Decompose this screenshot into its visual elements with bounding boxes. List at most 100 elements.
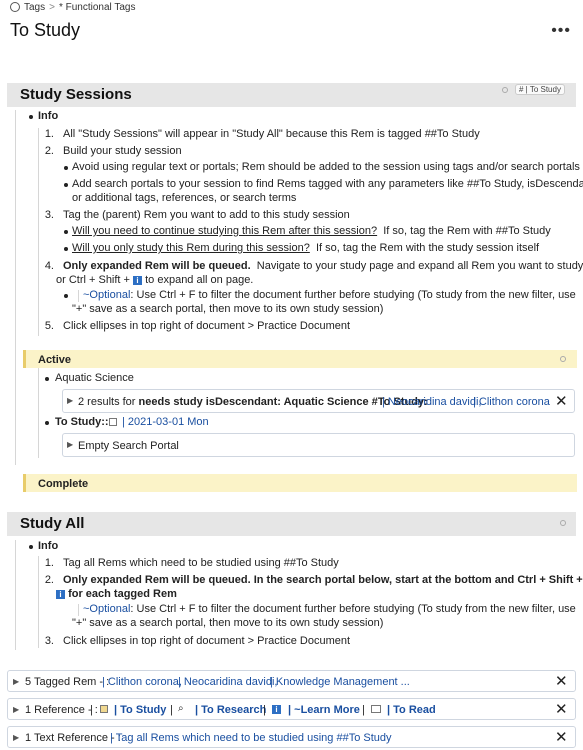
optional-note[interactable]: ~Optional: Use Ctrl + F to filter the do… (83, 289, 576, 301)
list-number: 1. (44, 128, 54, 140)
indent-guide (15, 540, 16, 650)
tag-circle-icon (10, 2, 20, 12)
tagged-rem-link[interactable]: | Clithon corona, (102, 676, 182, 688)
optional-note[interactable]: ~Optional: Use Ctrl + F to filter the do… (83, 603, 576, 615)
text-reference-label: 1 Text Reference - : (25, 732, 121, 744)
list-number: 4. (44, 260, 54, 272)
list-item-continuation: or Ctrl + Shift + i to expand all on pag… (56, 274, 254, 286)
list-number: 1. (44, 557, 54, 569)
indent-guide (15, 110, 16, 465)
list-number: 3. (44, 635, 54, 647)
reference-separator: | (362, 704, 365, 716)
item-text: Navigate to your study page and expand a… (256, 260, 583, 272)
caret-right-icon[interactable]: ▶ (13, 677, 19, 686)
answer-text: If so, tag the Rem with the study sessio… (315, 242, 540, 254)
indent-guide (38, 556, 39, 648)
list-item[interactable]: Click ellipses in top right of document … (63, 635, 350, 647)
bullet-dot[interactable] (64, 247, 68, 251)
indent-guide (38, 128, 39, 336)
quote-bar (78, 604, 79, 616)
list-number: 3. (44, 209, 54, 221)
settings-dot-icon[interactable] (560, 356, 566, 362)
info-label[interactable]: Info (38, 110, 58, 122)
list-item[interactable]: Add search portals to your session to fi… (72, 178, 583, 190)
list-number: 2. (44, 574, 54, 586)
optional-label: ~Optional (83, 289, 131, 301)
info-icon: i (56, 589, 65, 599)
list-item[interactable]: Click ellipses in top right of document … (63, 320, 350, 332)
list-item[interactable]: Tag the (parent) Rem you want to add to … (63, 209, 350, 221)
optional-note-continuation: "+" save as a search portal, then move t… (72, 617, 384, 629)
study-all-heading[interactable]: Study All (20, 515, 84, 532)
date-link[interactable]: | 2021-03-01 Mon (122, 416, 209, 428)
bullet-dot[interactable] (29, 115, 33, 119)
search-icon: ⌕ (178, 703, 184, 714)
reference-link[interactable]: | To Research (195, 704, 266, 716)
caret-right-icon[interactable]: ▶ (67, 396, 73, 405)
list-item[interactable]: Avoid using regular text or portals; Rem… (72, 161, 580, 173)
complete-header (23, 474, 577, 492)
list-item[interactable]: Will you need to continue studying this … (72, 225, 551, 237)
study-sessions-heading[interactable]: Study Sessions (20, 86, 132, 103)
bullet-dot[interactable] (45, 421, 49, 425)
question-text: Will you need to continue studying this … (72, 225, 378, 237)
quote-bar (78, 290, 79, 302)
settings-dot-icon[interactable] (502, 87, 508, 93)
bullet-dot[interactable] (64, 294, 68, 298)
list-item[interactable]: Build your study session (63, 145, 182, 157)
complete-label[interactable]: Complete (38, 478, 88, 490)
study-all-header (7, 512, 576, 536)
reference-link[interactable]: | ~Learn More (288, 704, 360, 716)
to-study-tag-chip[interactable]: # | To Study (515, 84, 565, 95)
caret-right-icon[interactable]: ▶ (13, 705, 19, 714)
tagged-rem-link[interactable]: | Neocaridina davidi, (178, 676, 277, 688)
active-header (23, 350, 577, 368)
list-item[interactable]: All "Study Sessions" will appear in "Stu… (63, 128, 480, 140)
page-title[interactable]: To Study (10, 20, 80, 41)
result-link[interactable]: | Clithon corona (473, 396, 550, 408)
text-reference-link[interactable]: | Tag all Rems which need to be studied … (110, 732, 392, 744)
bullet-dot[interactable] (64, 166, 68, 170)
close-icon[interactable]: ✕ (555, 728, 568, 746)
optional-label: ~Optional (83, 603, 131, 615)
list-item-continuation: i for each tagged Rem (56, 588, 177, 600)
bullet-dot[interactable] (29, 545, 33, 549)
checkbox-icon (371, 705, 381, 713)
reference-link[interactable]: | To Study (114, 704, 166, 716)
more-options-button[interactable]: ••• (551, 22, 571, 40)
list-item[interactable]: Will you only study this Rem during this… (72, 242, 539, 254)
indent-guide (38, 368, 39, 458)
answer-text: If so, tag the Rem with ##To Study (383, 225, 551, 237)
info-icon: i (133, 275, 143, 285)
to-study-property[interactable]: To Study:: (55, 416, 109, 428)
active-label[interactable]: Active (38, 354, 71, 366)
document-icon (100, 705, 108, 713)
bullet-dot[interactable] (64, 230, 68, 234)
breadcrumb-tags[interactable]: Tags (24, 2, 45, 13)
breadcrumb-separator: > (49, 1, 55, 13)
breadcrumb-functional-tags[interactable]: * Functional Tags (59, 2, 136, 13)
reference-separator: | (90, 704, 93, 716)
reference-separator: | (263, 704, 266, 716)
question-text: Will you only study this Rem during this… (72, 242, 310, 254)
close-icon[interactable]: ✕ (555, 672, 568, 690)
caret-right-icon[interactable]: ▶ (67, 440, 73, 449)
caret-right-icon[interactable]: ▶ (13, 733, 19, 742)
list-item[interactable]: Only expanded Rem will be queued. In the… (63, 574, 583, 586)
optional-note-continuation: "+" save as a search portal, then move t… (72, 303, 384, 315)
settings-dot-icon[interactable] (560, 520, 566, 526)
tagged-rem-label: 5 Tagged Rem - : (25, 676, 110, 688)
list-item[interactable]: Tag all Rems which need to be studied us… (63, 557, 339, 569)
list-item[interactable]: Only expanded Rem will be queued. Naviga… (63, 260, 583, 272)
result-link[interactable]: | Neocaridina davidi, (382, 396, 481, 408)
bullet-dot[interactable] (45, 377, 49, 381)
list-item-continuation: or additional tags, references, or searc… (72, 192, 297, 204)
close-icon[interactable]: ✕ (555, 392, 568, 410)
reference-link[interactable]: | To Read (387, 704, 436, 716)
info-label[interactable]: Info (38, 540, 58, 552)
aquatic-science-item[interactable]: Aquatic Science (55, 372, 134, 384)
close-icon[interactable]: ✕ (555, 700, 568, 718)
bullet-dot[interactable] (64, 183, 68, 187)
reference-separator: | (170, 704, 173, 716)
tagged-rem-link[interactable]: | Knowledge Management ... (270, 676, 410, 688)
